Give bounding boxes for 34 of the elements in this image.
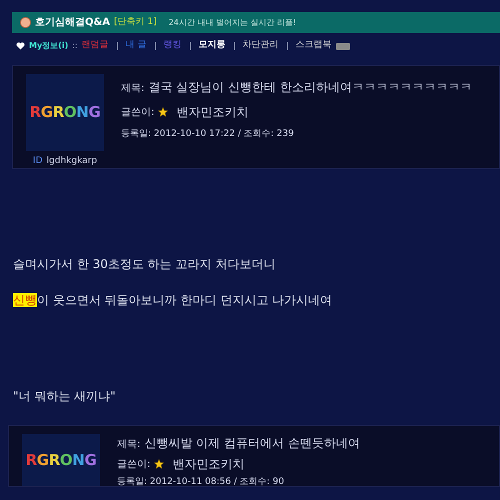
logo: RGRONG [30, 102, 100, 123]
my-info-link[interactable]: My정보(i) [29, 40, 68, 52]
title-label: 제목: [117, 438, 140, 452]
star-icon [154, 459, 164, 469]
nav-link[interactable]: 랭킹 [164, 39, 182, 53]
author-name: 밴자민조키치 [176, 104, 248, 121]
nav-separator: :: [72, 40, 78, 52]
star-icon [158, 107, 168, 117]
nav-divider [154, 42, 156, 50]
shortcut-label: [단축키 1] [114, 16, 157, 29]
id-label: ID [32, 154, 43, 168]
post-meta: 등록일: 2012-10-11 08:56 / 조회수: 90 [117, 476, 286, 486]
user-id: lgdhkgkarp [46, 154, 98, 168]
board-title: 호기심해결Q&A [35, 16, 110, 30]
author-label: 글쓴이: [121, 106, 154, 120]
author-label: 글쓴이: [117, 458, 150, 472]
tagline: 24시간 내내 벌어지는 실시간 리플! [168, 16, 296, 28]
nav-link[interactable]: 랜덤글 [82, 39, 109, 53]
heart-icon [16, 42, 25, 50]
nav-link[interactable]: 내 글 [126, 39, 146, 53]
nav-divider [116, 42, 118, 50]
logo: RGRONG [26, 450, 96, 471]
nav-divider [286, 42, 288, 50]
title-label: 제목: [121, 82, 144, 96]
post-title: 결국 실장님이 신뺑한테 한소리하네여ㅋㅋㅋㅋㅋㅋㅋㅋㅋㅋ [148, 79, 472, 96]
post-title: 신뺑씨발 이제 컴퓨터에서 손뗀듯하네여 [144, 435, 360, 452]
author-name: 밴자민조키치 [172, 456, 244, 473]
body-text: "너 뭐하는 새끼냐" [13, 388, 117, 405]
post-meta: 등록일: 2012-10-10 17:22 / 조회수: 239 [121, 128, 295, 141]
nav-link[interactable]: 모지롱 [198, 39, 226, 53]
body-text: 슬며시가서 한 30초정도 하는 꼬라지 처다보더니 [13, 256, 276, 273]
nav-link[interactable]: 차단관리 [242, 39, 278, 53]
body-text: 신뺑 이 웃으면서 뒤돌아보니까 한마디 던지시고 나가시네여 [13, 292, 334, 309]
nav-link[interactable]: 스크랩북 [296, 39, 332, 53]
